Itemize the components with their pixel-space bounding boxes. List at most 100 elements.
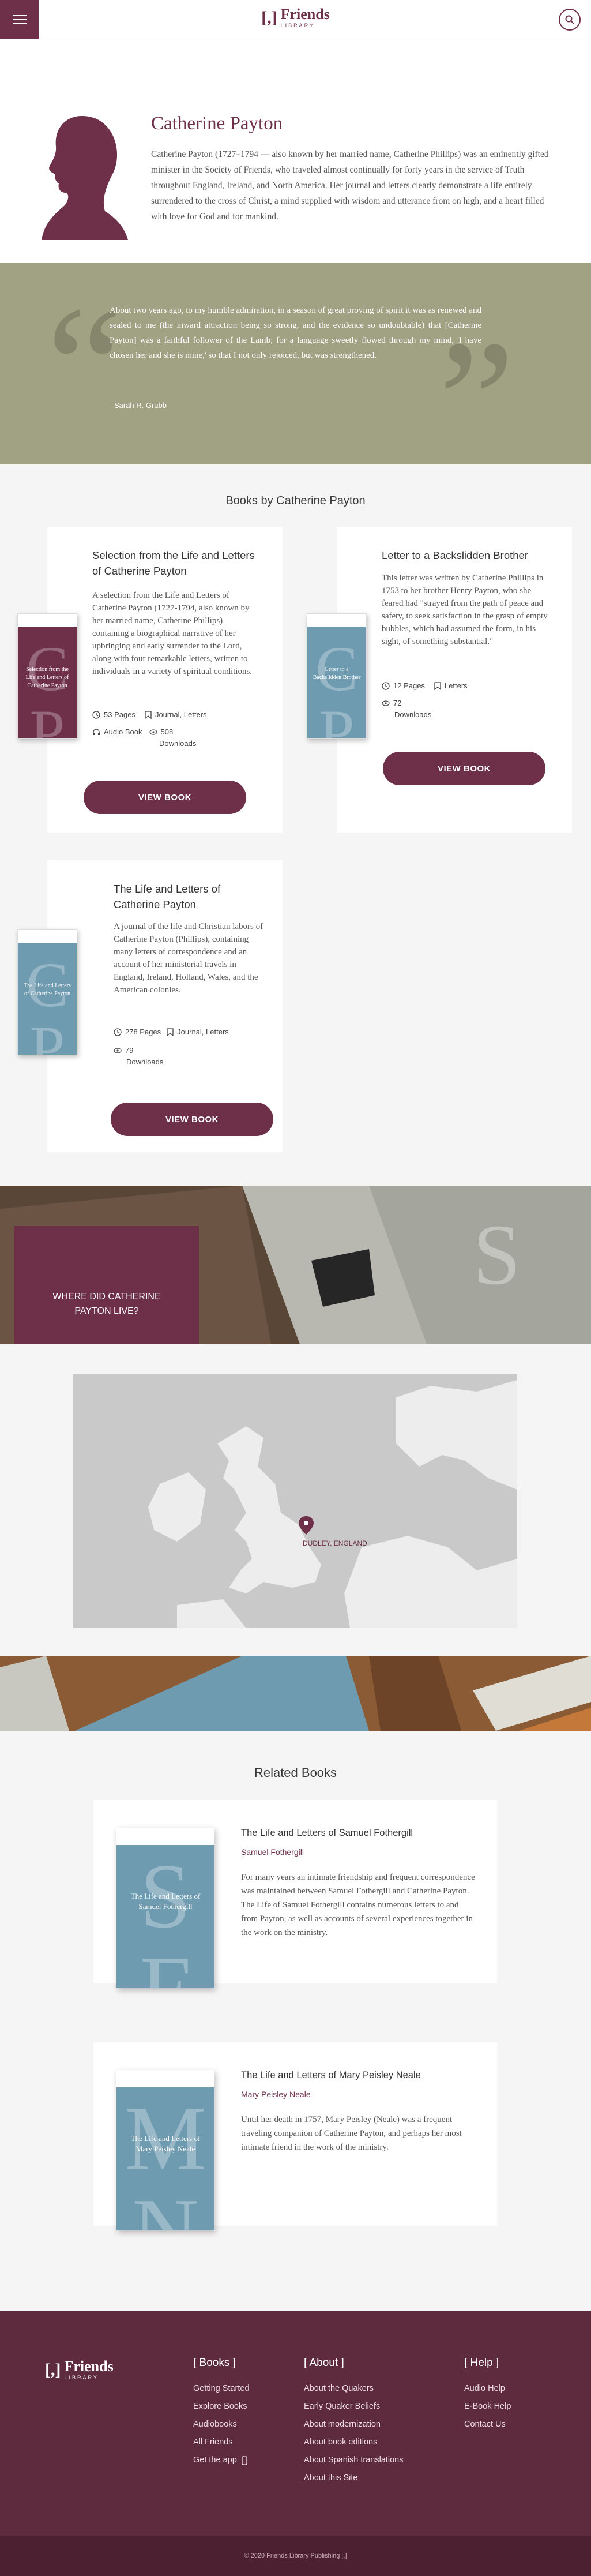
footer-link-get-the-app[interactable]: Get the app [193,2451,250,2469]
downloads-label: Downloads [394,710,432,719]
books-banner [0,1656,591,1731]
footer-link-explore-books[interactable]: Explore Books [193,2398,250,2416]
bookmark-icon [434,681,441,690]
related-book-card: S F The Life and Letters of Samuel Fothe… [93,1800,497,1988]
book-title[interactable]: Letter to a Backslidden Brother [382,548,555,563]
author-intro: Catherine Payton Catherine Payton (1727–… [0,39,591,263]
view-book-button[interactable]: VIEW BOOK [383,752,545,785]
footer-link-getting-started[interactable]: Getting Started [193,2380,250,2398]
eye-icon [114,1047,122,1053]
quote-text: About two years ago, to my humble admira… [110,306,481,360]
book-cover[interactable]: C P Letter to a Backslidden Brother [307,613,367,739]
footer-logo[interactable]: [,] Friends LIBRARY [45,2359,114,2380]
book-meta-row: 79 [114,1046,133,1055]
quote-section: “ ” About two years ago, to my humble ad… [0,263,591,464]
hamburger-icon [13,15,27,16]
footer-link-audio-help[interactable]: Audio Help [464,2380,511,2398]
book-card: C P Selection from the Life and Letters … [17,527,283,833]
book-meta-row: 12 Pages Letters [382,681,468,690]
hamburger-icon [13,19,27,20]
cover-monogram: C P [315,633,358,739]
eye-icon [149,729,157,735]
book-title[interactable]: Selection from the Life and Letters of C… [92,548,265,579]
book-meta-row: Audio Book 508 [92,728,173,736]
where-banner: S WHERE DID CATHERINE PAYTON LIVE? [0,1186,591,1344]
footer-books-column: [ Books ] Getting Started Explore Books … [193,2357,250,2469]
quote-attribution: - Sarah R. Grubb [110,401,167,410]
where-title: WHERE DID CATHERINE PAYTON LIVE? [14,1226,199,1344]
eye-icon [382,700,390,706]
book-title[interactable]: The Life and Letters of Catherine Payton [114,881,258,912]
book-pages: 12 Pages [393,681,425,690]
downloads-label: Downloads [126,1058,164,1066]
footer-help-heading: [ Help ] [464,2357,499,2369]
footer-link-about-modernization[interactable]: About modernization [304,2416,404,2433]
related-book-author-link[interactable]: Samuel Fothergill [241,1847,304,1857]
footer-link-about-spanish-translations[interactable]: About Spanish translations [304,2451,404,2469]
view-book-button[interactable]: VIEW BOOK [111,1103,273,1136]
site-logo[interactable]: [,] Friends LIBRARY [261,7,330,28]
cover-monogram: C P [26,950,69,1055]
downloads-count: 79 [125,1046,134,1055]
cover-band [116,2070,214,2087]
footer-link-ebook-help[interactable]: E-Book Help [464,2398,511,2416]
view-book-button[interactable]: VIEW BOOK [84,781,246,814]
footer-link-contact-us[interactable]: Contact Us [464,2416,511,2433]
related-book-cover[interactable]: M N The Life and Letters of Mary Peisley… [116,2070,214,2230]
cover-title: Selection from the Life and Letters of C… [25,666,69,689]
footer-logo-subtitle: LIBRARY [64,2375,99,2380]
book-card: C P The Life and Letters of Catherine Pa… [17,860,283,1152]
cover-monogram: S F [140,1844,191,1988]
book-meta-row: 278 Pages Journal, Letters [114,1028,229,1036]
cover-band [18,614,77,627]
bookmark-icon [145,710,152,719]
cover-title: The Life and Letters of Mary Peisley Nea… [130,2134,201,2153]
logo-title: Friends [280,6,330,23]
related-book-card: M N The Life and Letters of Mary Peisley… [93,2042,497,2230]
hamburger-icon [13,23,27,24]
cover-band [116,1828,214,1845]
logo-mark: [,] [261,8,277,27]
related-book-author-link[interactable]: Mary Peisley Neale [241,2090,311,2099]
downloads-count: 72 [393,699,402,707]
pages-icon [382,681,390,690]
pages-icon [92,710,100,719]
book-description: A journal of the life and Christian labo… [114,922,263,995]
logo-subtitle: LIBRARY [280,23,315,28]
related-book-title[interactable]: The Life and Letters of Mary Peisley Nea… [241,2070,421,2081]
downloads-label: Downloads [159,739,197,748]
site-footer: [,] Friends LIBRARY [ Books ] Getting St… [0,2311,591,2576]
related-book-description: For many years an intimate friendship an… [241,1873,475,1937]
related-book-cover[interactable]: S F The Life and Letters of Samuel Fothe… [116,1828,214,1988]
get-the-app-label: Get the app [193,2455,237,2465]
book-pages: 278 Pages [125,1028,161,1036]
book-description: A selection from the Life and Letters of… [92,591,253,676]
headphones-icon [93,729,100,735]
book-cover[interactable]: C P The Life and Letters of Catherine Pa… [17,929,77,1055]
author-silhouette [42,116,128,240]
book-description: This letter was written by Catherine Phi… [382,573,548,646]
footer-link-about-this-site[interactable]: About this Site [304,2469,404,2487]
search-button[interactable] [559,9,581,31]
cover-band [307,614,366,627]
downloads-count: 508 [160,728,174,736]
copyright: © 2020 Friends Library Publishing [,] [0,2536,591,2576]
footer-link-audiobooks[interactable]: Audiobooks [193,2416,250,2433]
book-cover[interactable]: C P Selection from the Life and Letters … [17,613,77,739]
footer-link-early-quaker-beliefs[interactable]: Early Quaker Beliefs [304,2398,404,2416]
footer-logo-title: Friends [64,2358,114,2375]
map-section: DUDLEY, ENGLAND [0,1344,591,1656]
cover-title: The Life and Letters of Samuel Fothergil… [130,1892,201,1911]
map[interactable]: DUDLEY, ENGLAND [73,1374,517,1628]
phone-icon [242,2455,247,2465]
menu-button[interactable] [0,0,39,39]
author-bio: Catherine Payton (1727–1794 — also known… [151,149,549,222]
footer-link-about-quakers[interactable]: About the Quakers [304,2380,404,2398]
related-book-title[interactable]: The Life and Letters of Samuel Fothergil… [241,1828,413,1839]
footer-link-about-book-editions[interactable]: About book editions [304,2433,404,2451]
search-icon [565,15,574,24]
uk-map [73,1374,517,1628]
footer-logo-mark: [,] [45,2360,61,2379]
book-type: Journal, Letters [177,1028,229,1036]
footer-link-all-friends[interactable]: All Friends [193,2433,250,2451]
